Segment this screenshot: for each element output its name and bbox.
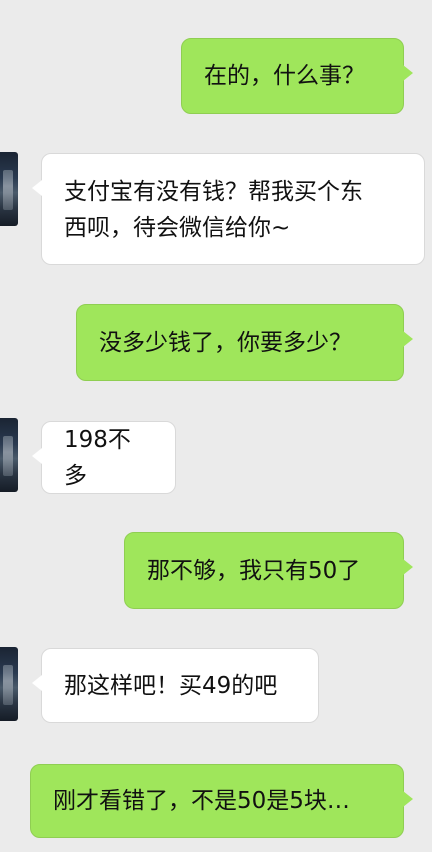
message-bubble-received[interactable]: 198不多 — [32, 421, 176, 494]
chat-message-list: 在的，什么事？ 支付宝有没有钱？帮我买个东 西呗，待会微信给你~ 没多少钱了，你… — [0, 0, 432, 852]
message-text: 没多少钱了，你要多少？ — [99, 329, 352, 356]
contact-avatar[interactable] — [0, 418, 18, 492]
message-bubble-received[interactable]: 那这样吧！买49的吧 — [32, 648, 319, 723]
message-text: 支付宝有没有钱？帮我买个东 西呗，待会微信给你~ — [64, 179, 363, 241]
message-text: 刚才看错了，不是50是5块… — [53, 788, 350, 814]
message-bubble-sent[interactable]: 那不够，我只有50了 — [124, 532, 413, 609]
message-bubble-sent[interactable]: 刚才看错了，不是50是5块… — [30, 764, 413, 838]
contact-avatar[interactable] — [0, 152, 18, 226]
message-text: 198不多 — [64, 426, 131, 489]
message-bubble-sent[interactable]: 没多少钱了，你要多少？ — [76, 304, 413, 381]
message-text: 那不够，我只有50了 — [147, 557, 361, 584]
message-text: 在的，什么事？ — [204, 63, 365, 89]
message-text: 那这样吧！买49的吧 — [64, 672, 278, 699]
message-bubble-sent[interactable]: 在的，什么事？ — [181, 38, 413, 114]
contact-avatar[interactable] — [0, 647, 18, 721]
message-bubble-received[interactable]: 支付宝有没有钱？帮我买个东 西呗，待会微信给你~ — [32, 153, 425, 265]
